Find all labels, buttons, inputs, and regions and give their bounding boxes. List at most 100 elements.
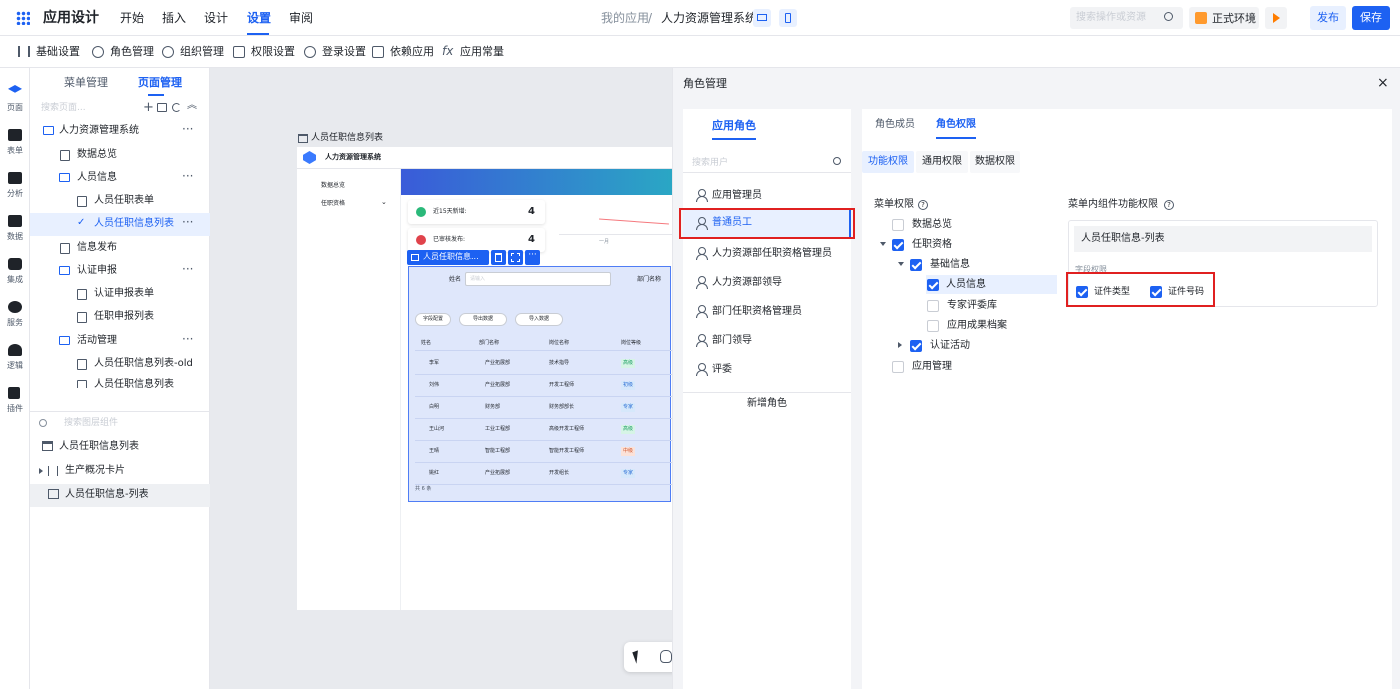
component-more-button[interactable]: ··· [525, 250, 540, 265]
more-icon[interactable]: ··· [182, 123, 193, 135]
role-item[interactable]: 应用管理员 [683, 183, 851, 207]
tree-item-label[interactable]: 人员任职信息列表 [94, 380, 174, 389]
table-row[interactable]: 李军 产业拓展部 技术指导 高级 [415, 353, 672, 375]
checkbox[interactable] [892, 239, 904, 251]
layer-item-list[interactable]: 人员任职信息-列表 [30, 484, 210, 507]
table-row[interactable]: 王晴 智能工程部 智能开发工程师 中级 [415, 441, 672, 463]
rail-data[interactable]: 数据 [0, 211, 30, 247]
tab-app-roles[interactable]: 应用角色 [712, 120, 756, 131]
export-button[interactable]: 导出数据 [459, 313, 507, 326]
menu-node-data-overview[interactable]: 数据总览 [892, 216, 1052, 233]
component-search-input[interactable]: 搜索图层组件 [64, 419, 118, 428]
expand-icon[interactable] [39, 468, 43, 474]
import-button[interactable]: 导入数据 [515, 313, 563, 326]
publish-button[interactable]: 发布 [1310, 6, 1346, 30]
more-icon[interactable]: ··· [182, 333, 193, 345]
help-icon[interactable]: ? [918, 200, 928, 210]
layer-item-card[interactable]: 生产概况卡片 [30, 460, 210, 483]
run-preview-button[interactable] [1265, 7, 1287, 29]
field-config-button[interactable]: 字段配置 [415, 313, 451, 326]
tree-item-appointment-list[interactable]: 任职申报列表 [30, 306, 210, 329]
close-icon[interactable]: × [1377, 76, 1389, 90]
menu-node-results-archive[interactable]: 应用成果档案 [927, 317, 1087, 334]
breadcrumb-my-apps[interactable]: 我的应用 [601, 12, 649, 24]
apps-grid-icon[interactable] [16, 11, 30, 25]
org-management-item[interactable]: 组织管理 [162, 45, 224, 59]
subtab-functional[interactable]: 功能权限 [862, 151, 914, 173]
mobile-preview-icon[interactable] [779, 9, 797, 27]
tree-item-personnel-form[interactable]: 人员任职表单 [30, 190, 210, 213]
role-search-box[interactable]: 搜索用户 [683, 151, 851, 173]
more-icon[interactable]: ··· [182, 263, 193, 275]
help-icon[interactable]: ? [1164, 200, 1174, 210]
checkbox[interactable] [910, 340, 922, 352]
checkbox[interactable] [927, 320, 939, 332]
filter-input[interactable]: 请输入 [465, 272, 611, 286]
tree-item-data-overview[interactable]: 数据总览 [30, 144, 210, 167]
expand-arrow-icon[interactable] [898, 342, 902, 348]
save-button[interactable]: 保存 [1352, 6, 1390, 30]
search-box[interactable]: 搜索操作或资源 [1070, 7, 1183, 29]
tab-design[interactable]: 设计 [204, 12, 228, 24]
tab-menu-management[interactable]: 菜单管理 [64, 77, 108, 88]
tab-start[interactable]: 开始 [120, 12, 144, 24]
tab-settings[interactable]: 设置 [247, 12, 271, 24]
rail-logic[interactable]: 逻辑 [0, 340, 30, 376]
tree-item-certification[interactable]: 认证申报 ··· [30, 260, 210, 283]
subtab-data[interactable]: 数据权限 [970, 151, 1020, 173]
basic-settings-item[interactable]: 基础设置 [18, 45, 80, 59]
app-constants-item[interactable]: fx 应用常量 [442, 45, 504, 59]
page-preview[interactable]: 人力资源管理系统 数据总览 任职资格 ⌄ 近15天新增: 4 已审核发布: 4 … [297, 147, 672, 610]
tree-item-cert-form[interactable]: 认证申报表单 [30, 283, 210, 306]
role-item[interactable]: 部门任职资格管理员 [683, 299, 851, 323]
rail-plugins[interactable]: 插件 [0, 383, 30, 419]
layer-item-page[interactable]: 人员任职信息列表 [30, 436, 210, 459]
selected-list-component[interactable]: 姓名 请输入 部门名称 字段配置 导出数据 导入数据 姓名 部门名称 岗位名称 … [408, 266, 672, 502]
page-search-input[interactable]: 搜索页面... [41, 104, 86, 113]
checkbox[interactable] [892, 361, 904, 373]
collapse-all-icon[interactable]: ︽ [187, 101, 197, 111]
more-icon[interactable]: ··· [182, 170, 193, 182]
environment-button[interactable]: 正式环境 [1189, 7, 1259, 29]
desktop-preview-icon[interactable] [753, 9, 771, 27]
hand-tool-icon[interactable] [660, 650, 672, 663]
menu-node-qualification[interactable]: 任职资格 [878, 236, 1038, 253]
component-label-tag[interactable]: 人员任职信息... [407, 250, 489, 265]
tree-item-info-publish[interactable]: 信息发布 [30, 237, 210, 260]
menu-node-expert-panel[interactable]: 专家评委库 [927, 297, 1087, 314]
checkbox[interactable] [927, 300, 939, 312]
rail-analysis[interactable]: 分析 [0, 168, 30, 204]
tree-item-personnel-list[interactable]: ✓ 人员任职信息列表 ··· [30, 213, 210, 236]
tab-role-members[interactable]: 角色成员 [875, 120, 915, 130]
table-row[interactable]: 刘伟 产业拓展部 开发工程师 初级 [415, 375, 672, 397]
add-page-icon[interactable]: + [143, 101, 154, 114]
rail-pages[interactable]: 页面 [0, 82, 30, 118]
menu-node-app-management[interactable]: 应用管理 [892, 358, 1052, 375]
refresh-icon[interactable] [172, 103, 181, 112]
role-item[interactable]: 评委 [683, 357, 851, 381]
tab-insert[interactable]: 插入 [162, 12, 186, 24]
role-item[interactable]: 人力资源部领导 [683, 270, 851, 294]
delete-component-button[interactable] [491, 250, 506, 265]
tree-item-personnel[interactable]: 人员信息 ··· [30, 167, 210, 190]
rail-forms[interactable]: 表单 [0, 125, 30, 161]
role-item[interactable]: 部门领导 [683, 328, 851, 352]
tree-item-root[interactable]: 人力资源管理系统 ··· [30, 120, 210, 143]
tab-role-permissions[interactable]: 角色权限 [936, 120, 976, 130]
checkbox[interactable] [927, 279, 939, 291]
rail-integration[interactable]: 集成 [0, 254, 30, 290]
subtab-general[interactable]: 通用权限 [916, 151, 968, 173]
add-role-button[interactable]: 新增角色 [683, 392, 851, 414]
add-folder-icon[interactable] [157, 103, 167, 112]
dependent-apps-item[interactable]: 依赖应用 [372, 45, 434, 59]
checkbox[interactable] [892, 219, 904, 231]
menu-node-personnel-info[interactable]: 人员信息 [926, 275, 1057, 294]
role-management-item[interactable]: 角色管理 [92, 45, 154, 59]
more-icon[interactable]: ··· [182, 216, 193, 228]
login-settings-item[interactable]: 登录设置 [304, 45, 366, 59]
tab-page-management[interactable]: 页面管理 [138, 77, 182, 88]
tree-item-list-old[interactable]: 人员任职信息列表-old [30, 353, 210, 376]
rail-services[interactable]: 服务 [0, 297, 30, 333]
menu-node-cert-activities[interactable]: 认证活动 [896, 337, 1056, 354]
permission-settings-item[interactable]: 权限设置 [233, 45, 295, 59]
